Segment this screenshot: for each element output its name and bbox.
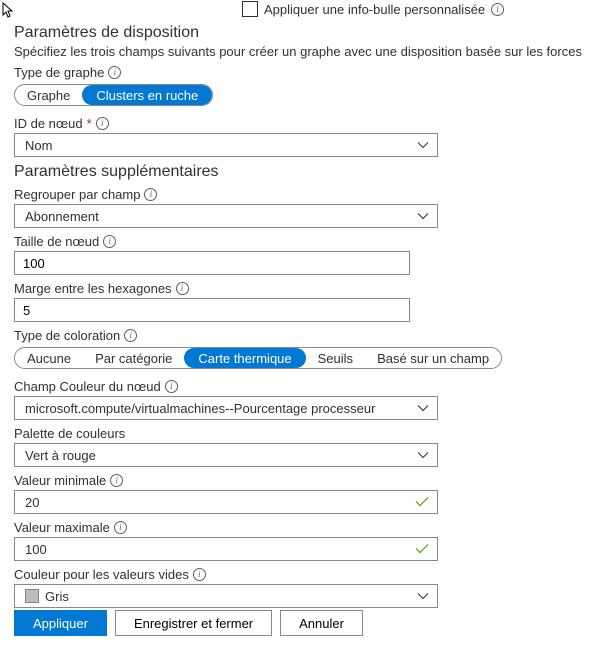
node-size-label: Taille de nœud — [14, 234, 99, 249]
chevron-down-icon — [417, 448, 429, 463]
color-type-fieldbased[interactable]: Basé sur un champ — [365, 348, 501, 368]
info-icon[interactable]: i — [114, 521, 127, 534]
chevron-down-icon — [417, 209, 429, 224]
color-type-toggle[interactable]: Aucune Par catégorie Carte thermique Seu… — [14, 347, 502, 369]
color-field-label: Champ Couleur du nœud — [14, 379, 161, 394]
custom-tooltip-checkbox[interactable] — [242, 1, 258, 17]
group-by-select[interactable]: Abonnement — [14, 204, 438, 228]
min-val-field[interactable]: 20 — [14, 490, 438, 514]
custom-tooltip-label: Appliquer une info-bulle personnalisée — [264, 2, 485, 17]
layout-settings-desc: Spécifiez les trois champs suivants pour… — [14, 44, 599, 59]
node-id-label: ID de nœud — [14, 116, 83, 131]
color-type-heatmap[interactable]: Carte thermique — [184, 348, 305, 368]
layout-settings-title: Paramètres de disposition — [14, 24, 599, 42]
chevron-down-icon — [417, 401, 429, 416]
empty-color-select[interactable]: Gris — [14, 584, 438, 608]
required-star: * — [87, 116, 92, 131]
cancel-button[interactable]: Annuler — [280, 610, 363, 636]
node-size-input[interactable] — [14, 251, 410, 275]
color-field-value: microsoft.compute/virtualmachines--Pourc… — [25, 401, 375, 416]
graph-type-toggle[interactable]: Graphe Clusters en ruche — [14, 84, 213, 106]
info-icon[interactable]: i — [176, 282, 189, 295]
max-val-label: Valeur maximale — [14, 520, 110, 535]
chevron-down-icon — [417, 589, 429, 604]
info-icon[interactable]: i — [96, 117, 109, 130]
graph-type-label: Type de graphe — [14, 65, 104, 80]
max-val-field[interactable]: 100 — [14, 537, 438, 561]
min-val-label: Valeur minimale — [14, 473, 106, 488]
apply-button[interactable]: Appliquer — [14, 610, 107, 636]
node-id-select[interactable]: Nom — [14, 133, 438, 157]
hex-margin-label: Marge entre les hexagones — [14, 281, 172, 296]
save-close-button[interactable]: Enregistrer et fermer — [115, 610, 272, 636]
color-swatch-gray — [25, 589, 39, 603]
max-val-value: 100 — [25, 542, 47, 557]
color-type-label: Type de coloration — [14, 328, 120, 343]
info-icon[interactable]: i — [108, 66, 121, 79]
hex-margin-input[interactable] — [14, 298, 410, 322]
info-icon[interactable]: i — [165, 380, 178, 393]
min-val-value: 20 — [25, 495, 39, 510]
node-id-value: Nom — [25, 138, 52, 153]
checkmark-icon — [415, 542, 429, 557]
color-type-thresholds[interactable]: Seuils — [306, 348, 365, 368]
info-icon[interactable]: i — [491, 3, 504, 16]
extra-settings-title: Paramètres supplémentaires — [14, 163, 599, 181]
info-icon[interactable]: i — [144, 188, 157, 201]
info-icon[interactable]: i — [124, 329, 137, 342]
color-type-category[interactable]: Par catégorie — [83, 348, 184, 368]
chevron-down-icon — [417, 138, 429, 153]
palette-select[interactable]: Vert à rouge — [14, 443, 438, 467]
info-icon[interactable]: i — [110, 474, 123, 487]
color-field-select[interactable]: microsoft.compute/virtualmachines--Pourc… — [14, 396, 438, 420]
palette-value: Vert à rouge — [25, 448, 96, 463]
graph-type-option-graph[interactable]: Graphe — [15, 85, 82, 105]
info-icon[interactable]: i — [103, 235, 116, 248]
graph-type-option-clusters[interactable]: Clusters en ruche — [82, 85, 212, 105]
palette-label: Palette de couleurs — [14, 426, 125, 441]
group-by-label: Regrouper par champ — [14, 187, 140, 202]
empty-color-value: Gris — [45, 589, 69, 604]
checkmark-icon — [415, 495, 429, 510]
info-icon[interactable]: i — [193, 568, 206, 581]
empty-color-label: Couleur pour les valeurs vides — [14, 567, 189, 582]
group-by-value: Abonnement — [25, 209, 99, 224]
color-type-none[interactable]: Aucune — [15, 348, 83, 368]
